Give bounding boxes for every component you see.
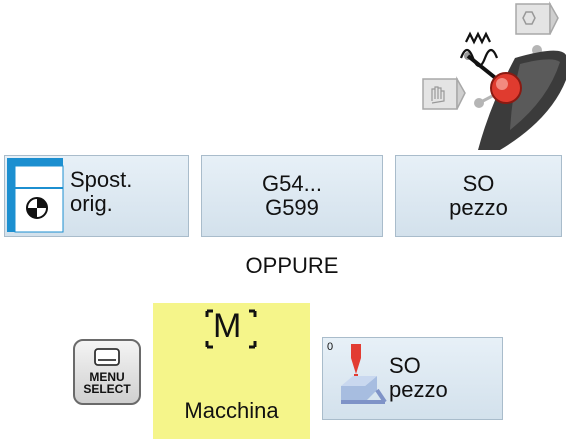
handwheel-icon xyxy=(422,1,566,150)
menu-select-line2: SELECT xyxy=(83,382,131,396)
workpiece-zero-icon xyxy=(341,344,387,404)
softkey-g54-line1: G54... xyxy=(262,171,322,196)
softkey-spost-line1: Spost. xyxy=(70,167,133,192)
macchina-label: Macchina xyxy=(184,398,279,423)
menu-select-key[interactable]: MENU SELECT xyxy=(73,339,141,405)
softkey-spost-line2: orig. xyxy=(70,191,113,216)
machine-m-letter: M xyxy=(213,307,242,345)
softkey-g54-g599[interactable]: G54... G599 xyxy=(201,155,383,237)
softkey-so-line2: pezzo xyxy=(449,195,508,220)
softkey-spost-orig[interactable]: Spost. orig. xyxy=(4,155,189,237)
oppure-label: OPPURE xyxy=(245,253,339,278)
zero-offset-icon xyxy=(7,158,64,233)
softkey-so-line1: SO xyxy=(462,171,495,196)
macchina-button[interactable]: M Macchina xyxy=(153,303,310,439)
softkey-so-bottom-line1: SO xyxy=(389,353,421,378)
softkey-so-pezzo[interactable]: SO pezzo xyxy=(395,155,562,237)
softkey-so-bottom-line2: pezzo xyxy=(389,377,448,402)
workpiece-zero-marker: 0 xyxy=(327,341,334,353)
softkey-g54-line2: G599 xyxy=(265,195,319,220)
softkey-so-pezzo-bottom[interactable]: 0 SO pezzo xyxy=(322,337,503,420)
menu-select-key-icon xyxy=(94,348,120,366)
